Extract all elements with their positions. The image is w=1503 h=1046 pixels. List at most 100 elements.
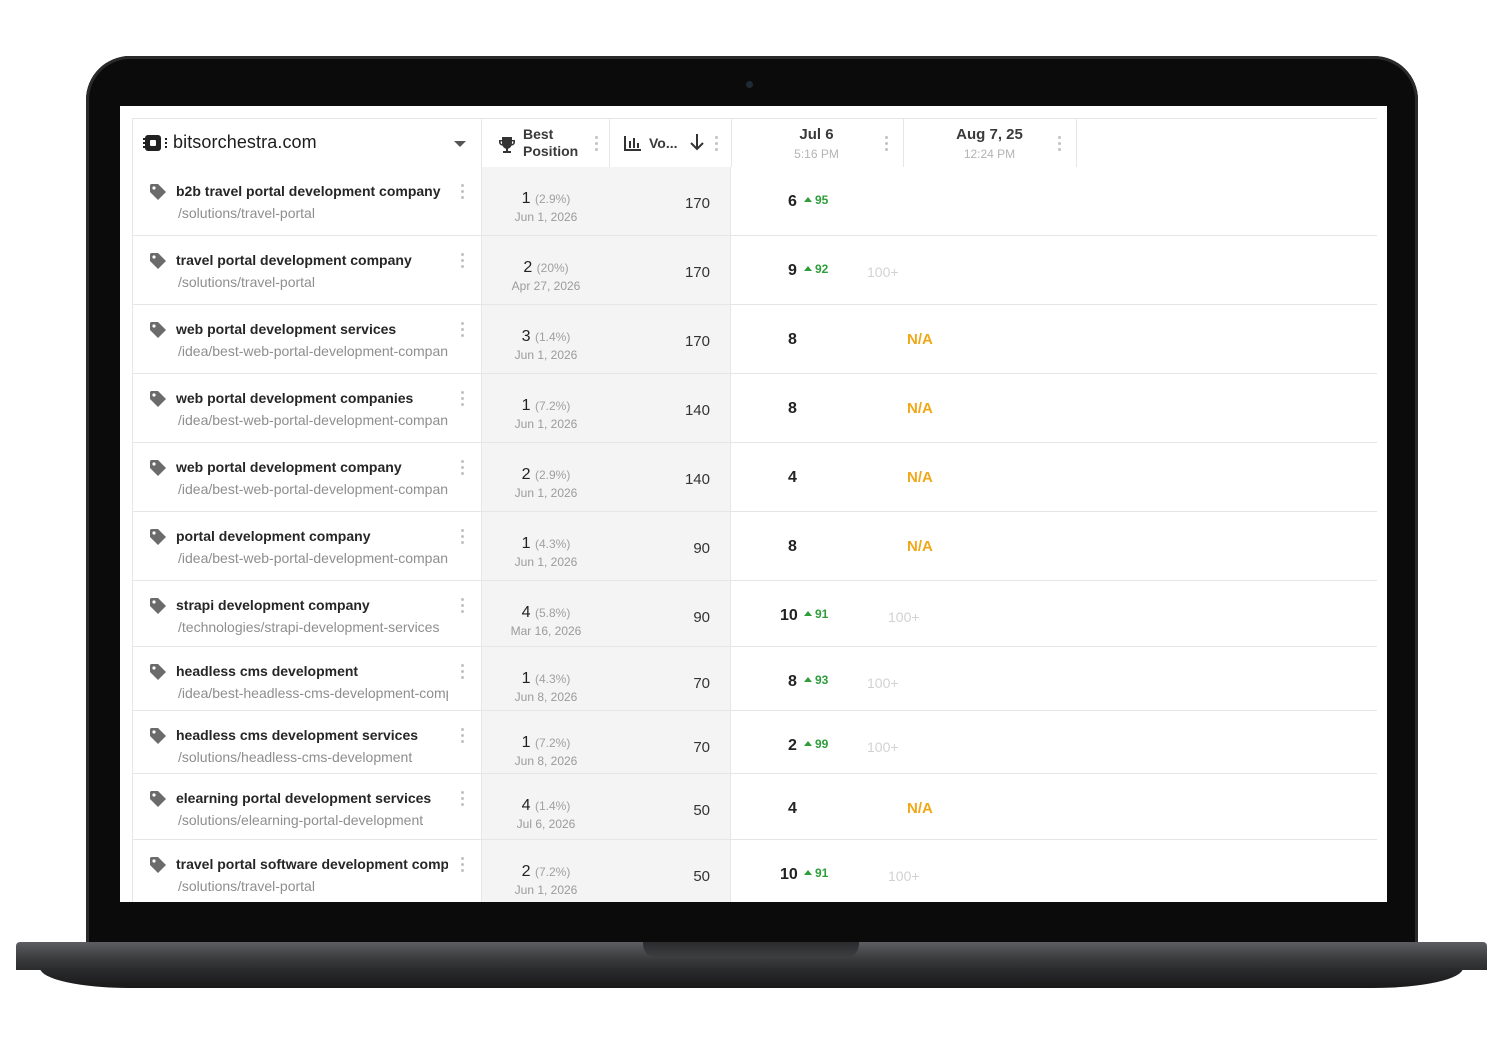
best-position-rank: 2 [523,259,533,276]
column-menu-icon[interactable] [1058,136,1062,152]
keyword-cell[interactable]: headless cms development/idea/best-headl… [132,647,482,710]
keyword-url[interactable]: /idea/best-web-portal-development-compan… [178,481,448,497]
best-position-rank: 1 [521,535,531,552]
table-row[interactable]: elearning portal development services/so… [132,774,1377,840]
best-position-header[interactable]: Best Position [481,119,610,168]
row-menu-icon[interactable] [461,322,465,338]
table-row[interactable]: portal development company/idea/best-web… [132,512,1377,581]
keyword-cell[interactable]: web portal development companies/idea/be… [132,374,482,442]
best-position-pct: (5.8%) [535,606,571,620]
keyword-url[interactable]: /idea/best-web-portal-development-compan… [178,343,448,359]
current-position: 8 [788,673,797,690]
table-row[interactable]: travel portal software development compa… [132,840,1377,902]
row-menu-icon[interactable] [461,391,465,407]
chevron-down-icon[interactable] [454,141,466,147]
row-menu-icon[interactable] [461,664,465,680]
row-menu-icon[interactable] [461,529,465,545]
date-column-header-1[interactable]: Jul 6 5:16 PM [730,119,904,168]
keyword-text[interactable]: strapi development company [176,597,448,613]
keyword-url[interactable]: /idea/best-web-portal-development-compan… [178,412,448,428]
keyword-url[interactable]: /solutions/travel-portal [178,274,448,290]
best-position-date: Jul 6, 2026 [516,817,576,831]
keyword-text[interactable]: web portal development company [176,459,448,475]
position-change-up: 95 [804,193,828,207]
tag-icon [150,664,166,680]
row-menu-icon[interactable] [461,598,465,614]
table-row[interactable]: web portal development companies/idea/be… [132,374,1377,443]
best-position-cell: 2 (2.9%) Jun 1, 2026 [481,443,610,511]
volume-cell: 140 [609,443,731,511]
keyword-text[interactable]: web portal development companies [176,390,448,406]
best-position-value: 3 (1.4%) [482,328,610,346]
column-menu-icon[interactable] [715,136,719,152]
previous-position: 100+ [867,264,899,280]
keyword-url[interactable]: /technologies/strapi-development-service… [178,619,448,635]
previous-position: 100+ [888,868,920,884]
keyword-cell[interactable]: web portal development company/idea/best… [132,443,482,511]
keyword-cell[interactable]: elearning portal development services/so… [132,774,482,839]
best-position-rank: 4 [521,797,531,814]
column-menu-icon[interactable] [885,136,889,152]
keyword-text[interactable]: elearning portal development services [176,790,448,806]
tag-icon [150,184,166,200]
current-position: 6 [788,193,797,210]
keyword-url[interactable]: /solutions/travel-portal [178,205,448,221]
camera-icon [746,81,753,88]
keyword-url[interactable]: /solutions/headless-cms-development [178,749,448,765]
keyword-cell[interactable]: strapi development company/technologies/… [132,581,482,646]
best-position-pct: (4.3%) [535,672,571,686]
keyword-url[interactable]: /solutions/travel-portal [178,878,448,894]
row-menu-icon[interactable] [461,253,465,269]
keyword-text[interactable]: travel portal development company [176,252,448,268]
keyword-cell[interactable]: headless cms development services/soluti… [132,711,482,773]
keyword-url[interactable]: /idea/best-web-portal-development-compan… [178,550,448,566]
keyword-text[interactable]: headless cms development [176,663,448,679]
column-time: 12:24 PM [963,147,1016,161]
table-row[interactable]: strapi development company/technologies/… [132,581,1377,647]
keyword-text[interactable]: portal development company [176,528,448,544]
table-header: bitsorchestra.com Best Position Vo... Ju… [132,118,1377,169]
table-row[interactable]: web portal development services/idea/bes… [132,305,1377,374]
column-menu-icon[interactable] [595,136,599,152]
keyword-cell[interactable]: travel portal development company/soluti… [132,236,482,304]
row-menu-icon[interactable] [461,728,465,744]
keyword-cell[interactable]: travel portal software development compa… [132,840,482,902]
tag-icon [150,322,166,338]
volume-header[interactable]: Vo... [609,119,732,168]
best-position-value: 2 (7.2%) [482,863,610,881]
position-change-up: 93 [804,673,828,687]
keyword-text[interactable]: web portal development services [176,321,448,337]
current-position: 9 [788,262,797,279]
column-date: Aug 7, 25 [956,126,1023,143]
table-row[interactable]: headless cms development/idea/best-headl… [132,647,1377,711]
best-position-cell: 1 (7.2%) Jun 8, 2026 [481,711,610,773]
tag-icon [150,253,166,269]
search-volume: 170 [684,333,710,350]
date-column-header-2[interactable]: Aug 7, 25 12:24 PM [903,119,1077,168]
project-chip-icon [143,135,167,151]
row-menu-icon[interactable] [461,791,465,807]
sort-desc-icon[interactable] [690,133,704,151]
project-selector[interactable]: bitsorchestra.com [132,119,482,168]
row-menu-icon[interactable] [461,857,465,873]
table-row[interactable]: b2b travel portal development company/so… [132,167,1377,236]
keyword-cell[interactable]: b2b travel portal development company/so… [132,167,482,235]
best-position-pct: (7.2%) [535,736,571,750]
best-position-pct: (20%) [536,261,569,275]
keyword-url[interactable]: /idea/best-headless-cms-development-comp… [178,685,448,701]
row-menu-icon[interactable] [461,184,465,200]
keyword-text[interactable]: headless cms development services [176,727,448,743]
keyword-text[interactable]: travel portal software development compa… [176,856,448,872]
keyword-text[interactable]: b2b travel portal development company [176,183,448,199]
row-menu-icon[interactable] [461,460,465,476]
best-position-value: 1 (4.3%) [482,670,610,688]
table-row[interactable]: headless cms development services/soluti… [132,711,1377,774]
table-row[interactable]: travel portal development company/soluti… [132,236,1377,305]
table-row[interactable]: web portal development company/idea/best… [132,443,1377,512]
best-position-cell: 3 (1.4%) Jun 1, 2026 [481,305,610,373]
best-position-cell: 1 (4.3%) Jun 1, 2026 [481,512,610,580]
best-position-pct: (7.2%) [535,399,571,413]
keyword-url[interactable]: /solutions/elearning-portal-development [178,812,448,828]
keyword-cell[interactable]: web portal development services/idea/bes… [132,305,482,373]
keyword-cell[interactable]: portal development company/idea/best-web… [132,512,482,580]
